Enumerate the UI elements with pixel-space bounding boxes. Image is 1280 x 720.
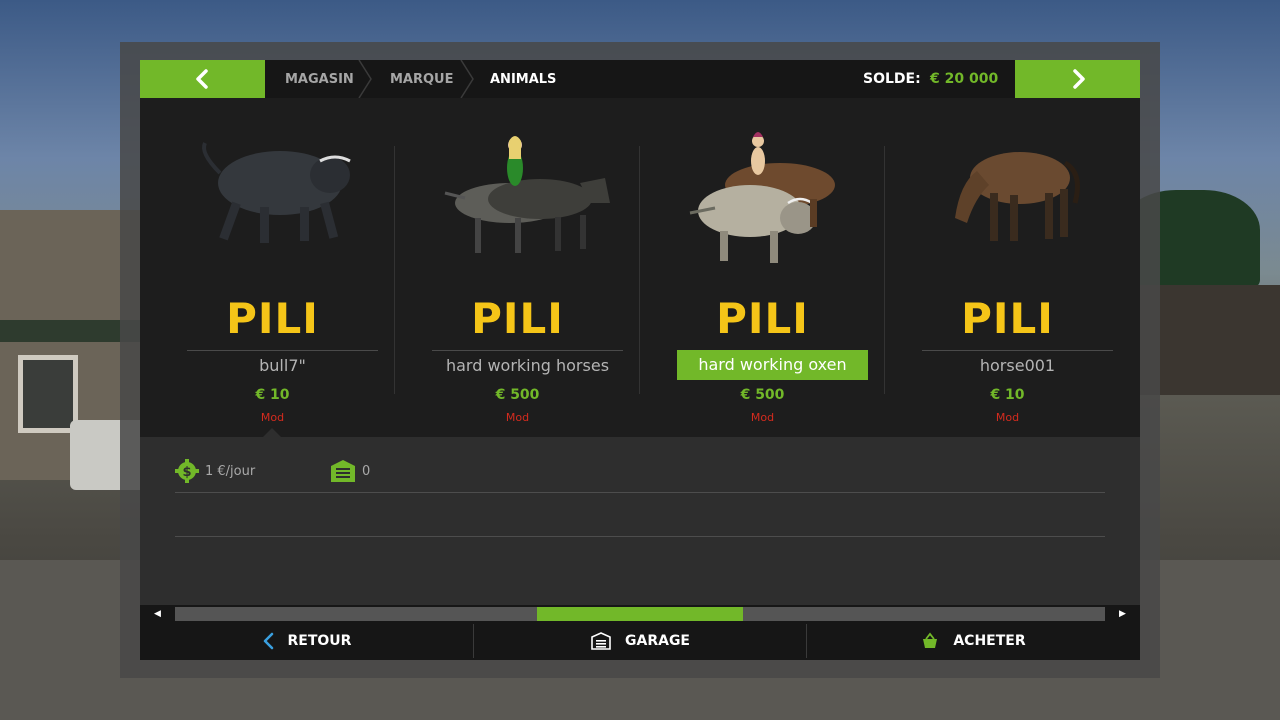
chevron-right-icon bbox=[1072, 69, 1085, 89]
oxen-image bbox=[689, 132, 835, 263]
background-window bbox=[18, 355, 78, 433]
item-price: € 500 bbox=[740, 387, 785, 403]
scroll-left-arrow-icon[interactable]: ◀ bbox=[140, 605, 175, 622]
garage-count-value: 0 bbox=[362, 463, 371, 479]
back-button[interactable]: RETOUR bbox=[140, 622, 473, 660]
item-carousel: PILI bull7" € 10 Mod PILI hard working h… bbox=[140, 98, 1140, 437]
dollar-gear-icon: $ bbox=[175, 459, 199, 483]
shop-item-horse[interactable]: PILI horse001 € 10 Mod bbox=[885, 98, 1130, 437]
maintenance-cost: $ 1 €/jour bbox=[175, 458, 255, 484]
shop-item-oxen[interactable]: PILI hard working oxen € 500 Mod bbox=[640, 98, 885, 437]
item-brand: PILI bbox=[716, 294, 809, 343]
shop-item-horses[interactable]: PILI hard working horses € 500 Mod bbox=[395, 98, 640, 437]
horse-image bbox=[955, 152, 1080, 241]
item-name: bull7" bbox=[187, 350, 378, 381]
details-divider bbox=[175, 492, 1105, 493]
mod-tag: Mod bbox=[505, 411, 530, 424]
item-price: € 10 bbox=[255, 387, 290, 403]
horses-image bbox=[444, 136, 610, 253]
mod-tag: Mod bbox=[260, 411, 285, 424]
back-arrow-icon bbox=[263, 632, 273, 650]
buy-button-label: ACHETER bbox=[953, 633, 1026, 649]
balance-label: SOLDE: bbox=[863, 71, 921, 87]
item-brand: PILI bbox=[226, 294, 319, 343]
mod-tag: Mod bbox=[750, 411, 775, 424]
details-divider bbox=[175, 536, 1105, 537]
item-name-selected: hard working oxen bbox=[677, 350, 868, 380]
svg-text:$: $ bbox=[182, 465, 191, 480]
item-brand: PILI bbox=[471, 294, 564, 343]
garage-count: 0 bbox=[330, 458, 370, 484]
item-name: horse001 bbox=[922, 350, 1113, 381]
shopping-basket-icon bbox=[923, 632, 938, 648]
buy-button[interactable]: ACHETER bbox=[807, 622, 1140, 660]
breadcrumb-separator-icon bbox=[460, 60, 474, 98]
breadcrumb-brand[interactable]: MARQUE bbox=[390, 60, 454, 98]
item-price: € 10 bbox=[990, 387, 1025, 403]
scrollbar-thumb[interactable] bbox=[537, 607, 743, 621]
chevron-left-icon bbox=[195, 69, 208, 89]
item-price: € 500 bbox=[495, 387, 540, 403]
breadcrumb-separator-icon bbox=[358, 60, 372, 98]
garage-button-label: GARAGE bbox=[625, 633, 690, 649]
background-shed bbox=[1140, 285, 1280, 395]
bull-image bbox=[202, 142, 351, 243]
mod-tag: Mod bbox=[995, 411, 1020, 424]
previous-page-button[interactable] bbox=[140, 60, 265, 98]
maintenance-value: 1 €/jour bbox=[205, 463, 256, 479]
breadcrumb-category: ANIMALS bbox=[490, 71, 557, 87]
next-page-button[interactable] bbox=[1015, 60, 1140, 98]
item-name: hard working horses bbox=[432, 350, 623, 381]
selection-pointer bbox=[263, 428, 281, 437]
garage-icon bbox=[331, 460, 355, 482]
item-details-panel bbox=[140, 437, 1140, 605]
garage-icon bbox=[591, 632, 611, 650]
back-button-label: RETOUR bbox=[287, 633, 352, 649]
item-brand: PILI bbox=[961, 294, 1054, 343]
shop-item-bull[interactable]: PILI bull7" € 10 Mod bbox=[150, 98, 395, 437]
balance-value: € 20 000 bbox=[930, 71, 999, 87]
garage-button[interactable]: GARAGE bbox=[474, 622, 807, 660]
breadcrumb-shop[interactable]: MAGASIN bbox=[285, 60, 354, 98]
scroll-right-arrow-icon[interactable]: ▶ bbox=[1105, 605, 1140, 622]
